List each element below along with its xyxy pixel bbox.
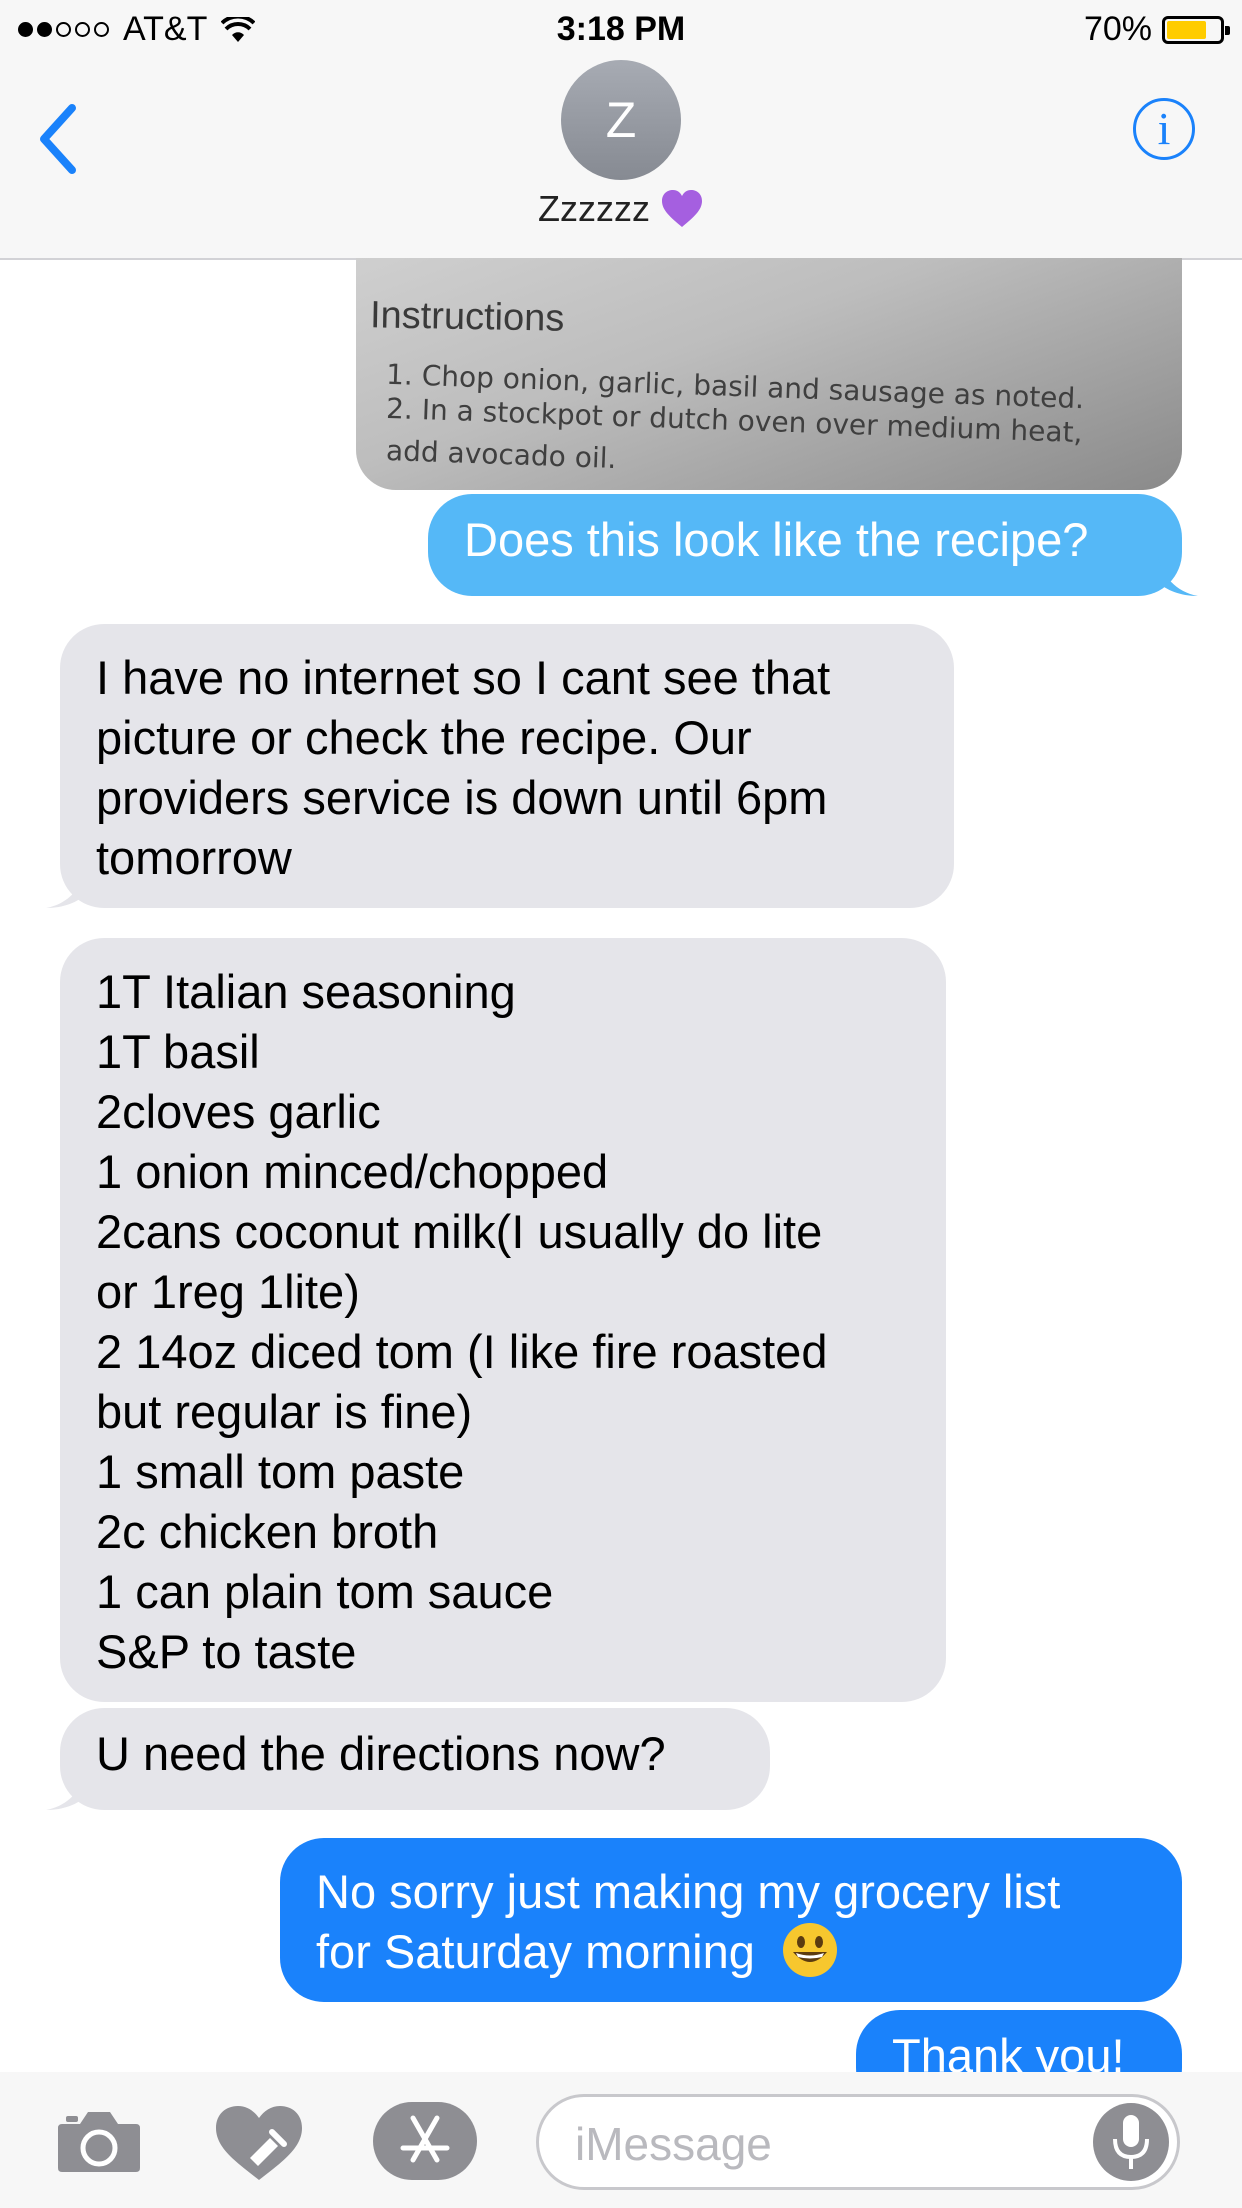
- app-store-icon: [400, 2115, 450, 2163]
- received-message-bubble[interactable]: 1T Italian seasoning 1T basil 2cloves ga…: [60, 938, 946, 1702]
- message-text-row: for Saturday morning: [316, 1922, 1146, 1982]
- back-chevron-icon[interactable]: [30, 94, 90, 184]
- message-text: 2cloves garlic: [96, 1085, 381, 1138]
- message-text: 1T Italian seasoning: [96, 965, 516, 1018]
- message-text: providers service is down until 6pm: [96, 771, 828, 824]
- bubble-tail: [46, 868, 86, 908]
- contact-name: Zzzzzz: [538, 188, 650, 229]
- message-text: 1T basil: [96, 1025, 260, 1078]
- info-icon: i: [1157, 103, 1171, 154]
- message-text: picture or check the recipe. Our: [96, 711, 752, 764]
- imessage-input[interactable]: iMessage: [536, 2094, 1180, 2190]
- microphone-icon: [1113, 2115, 1149, 2169]
- status-bar: AT&T 3:18 PM 70%: [0, 0, 1242, 60]
- message-text: 1 onion minced/chopped: [96, 1145, 609, 1198]
- message-text: 2cans coconut milk(I usually do lite: [96, 1205, 823, 1258]
- message-text: 2 14oz diced tom (I like fire roasted: [96, 1325, 828, 1378]
- photo-line: add avocado oil.: [385, 433, 617, 476]
- message-text: No sorry just making my grocery list: [316, 1865, 1061, 1918]
- message-text: 1 small tom paste: [96, 1445, 465, 1498]
- photo-title: Instructions: [369, 294, 565, 340]
- status-time: 3:18 PM: [556, 10, 686, 48]
- message-text: I have no internet so I cant see that: [96, 651, 831, 704]
- message-text: U need the directions now?: [96, 1727, 666, 1780]
- microphone-button[interactable]: [1093, 2103, 1169, 2181]
- message-text: but regular is fine): [96, 1385, 473, 1438]
- message-text: or 1reg 1lite): [96, 1265, 360, 1318]
- sent-message-bubble[interactable]: No sorry just making my grocery list for…: [280, 1838, 1182, 2002]
- camera-icon[interactable]: [56, 2108, 142, 2174]
- sent-message-bubble[interactable]: Does this look like the recipe?: [428, 494, 1198, 596]
- grinning-face-emoji: [782, 1923, 837, 1977]
- message-text: 1 can plain tom sauce: [96, 1565, 554, 1618]
- contact-name-row[interactable]: Zzzzzz: [0, 188, 1242, 230]
- received-message-bubble[interactable]: I have no internet so I cant see that pi…: [46, 624, 954, 908]
- received-message-bubble[interactable]: U need the directions now?: [46, 1708, 770, 1810]
- photo-attachment[interactable]: Instructions 1. Chop onion, garlic, basi…: [356, 258, 1182, 490]
- app-store-button[interactable]: [373, 2102, 477, 2180]
- contact-avatar[interactable]: Z: [561, 60, 681, 180]
- message-text: for Saturday morning: [316, 1925, 755, 1978]
- battery-icon: [1162, 15, 1230, 44]
- message-text: S&P to taste: [96, 1625, 357, 1678]
- purple-heart-emoji: [662, 190, 702, 227]
- battery-percent: 70%: [1083, 10, 1152, 48]
- bubble-tail: [1158, 556, 1198, 596]
- input-placeholder: iMessage: [575, 2118, 772, 2170]
- conversation-header: Z Zzzzzz i: [0, 60, 1242, 260]
- message-text: Does this look like the recipe?: [464, 513, 1089, 566]
- message-text: tomorrow: [96, 831, 292, 884]
- message-text: 2c chicken broth: [96, 1505, 439, 1558]
- status-right: 70%: [1083, 10, 1230, 49]
- bubble-tail: [46, 1770, 86, 1810]
- info-button[interactable]: i: [1133, 98, 1195, 160]
- compose-bar: iMessage: [0, 2072, 1242, 2208]
- digital-touch-icon[interactable]: [214, 2104, 304, 2182]
